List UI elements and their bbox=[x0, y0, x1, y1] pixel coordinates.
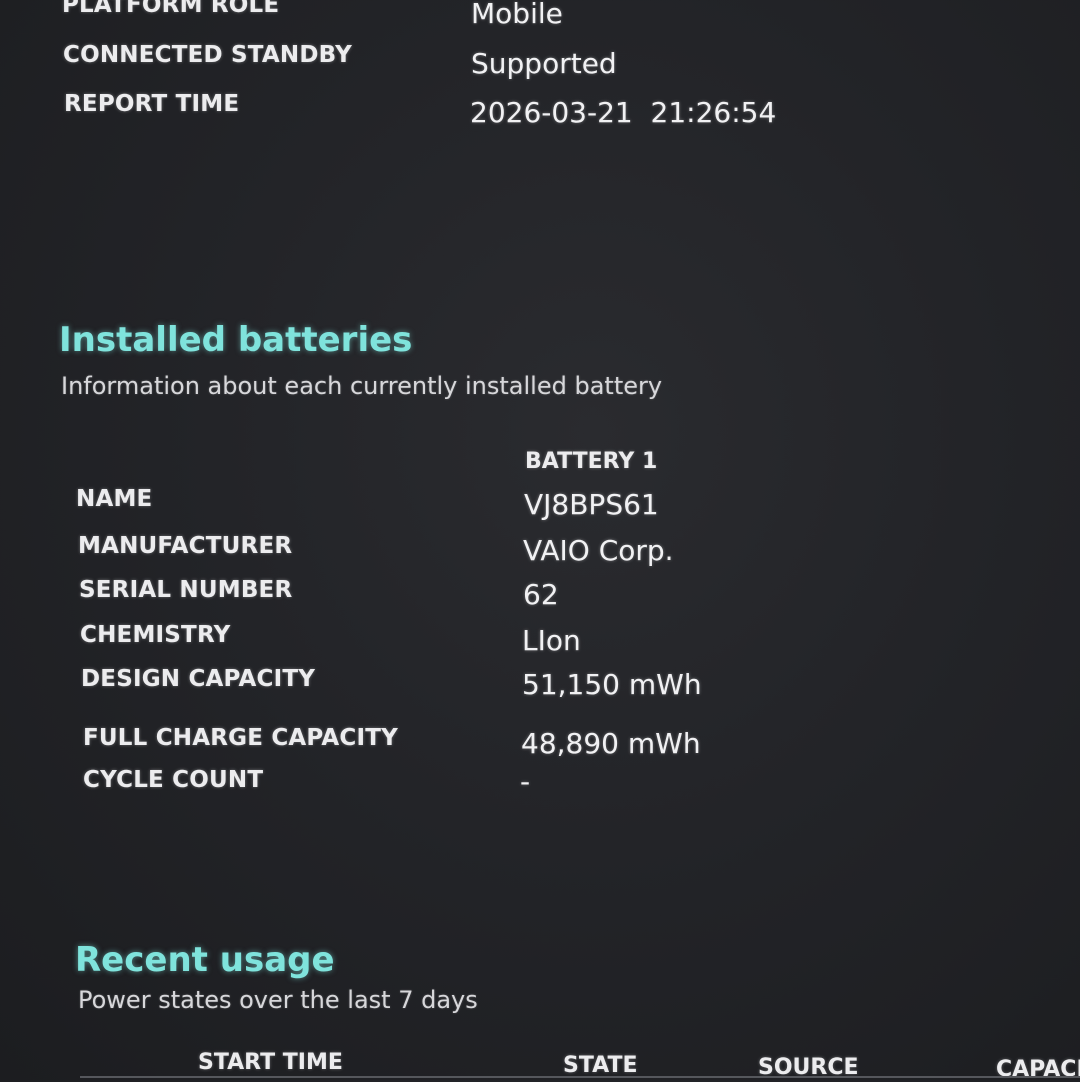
column-start-time: START TIME bbox=[198, 1050, 343, 1075]
report-time-value: 2026-03-21 21:26:54 bbox=[470, 96, 777, 129]
battery-serial-number-label: SERIAL NUMBER bbox=[79, 577, 293, 603]
platform-role-label: PLATFORM ROLE bbox=[62, 0, 280, 18]
column-state: STATE bbox=[563, 1053, 638, 1078]
battery-full-charge-capacity-value: 48,890 mWh bbox=[521, 727, 701, 760]
battery-name-value: VJ8BPS61 bbox=[524, 488, 659, 521]
connected-standby-value: Supported bbox=[471, 47, 617, 80]
report-time-label: REPORT TIME bbox=[64, 91, 240, 117]
installed-batteries-heading: Installed batteries bbox=[59, 320, 413, 360]
battery-1-column-header: BATTERY 1 bbox=[525, 449, 658, 474]
platform-role-value: Mobile bbox=[471, 0, 563, 30]
battery-serial-number-value: 62 bbox=[523, 578, 559, 611]
battery-chemistry-label: CHEMISTRY bbox=[80, 622, 231, 648]
battery-manufacturer-value: VAIO Corp. bbox=[523, 534, 674, 567]
battery-full-charge-capacity-label: FULL CHARGE CAPACITY bbox=[83, 725, 398, 751]
installed-batteries-subtitle: Information about each currently install… bbox=[61, 372, 663, 400]
connected-standby-label: CONNECTED STANDBY bbox=[63, 42, 352, 68]
battery-chemistry-value: LIon bbox=[522, 624, 581, 657]
battery-name-label: NAME bbox=[76, 486, 153, 512]
table-header-divider bbox=[80, 1076, 1080, 1078]
recent-usage-subtitle: Power states over the last 7 days bbox=[78, 986, 478, 1014]
recent-usage-heading: Recent usage bbox=[75, 940, 335, 980]
battery-cycle-count-label: CYCLE COUNT bbox=[83, 767, 264, 793]
column-capacity: CAPACI bbox=[996, 1057, 1080, 1082]
battery-design-capacity-value: 51,150 mWh bbox=[522, 668, 702, 701]
battery-design-capacity-label: DESIGN CAPACITY bbox=[81, 666, 316, 692]
battery-cycle-count-value: - bbox=[520, 765, 531, 798]
battery-manufacturer-label: MANUFACTURER bbox=[78, 533, 293, 559]
